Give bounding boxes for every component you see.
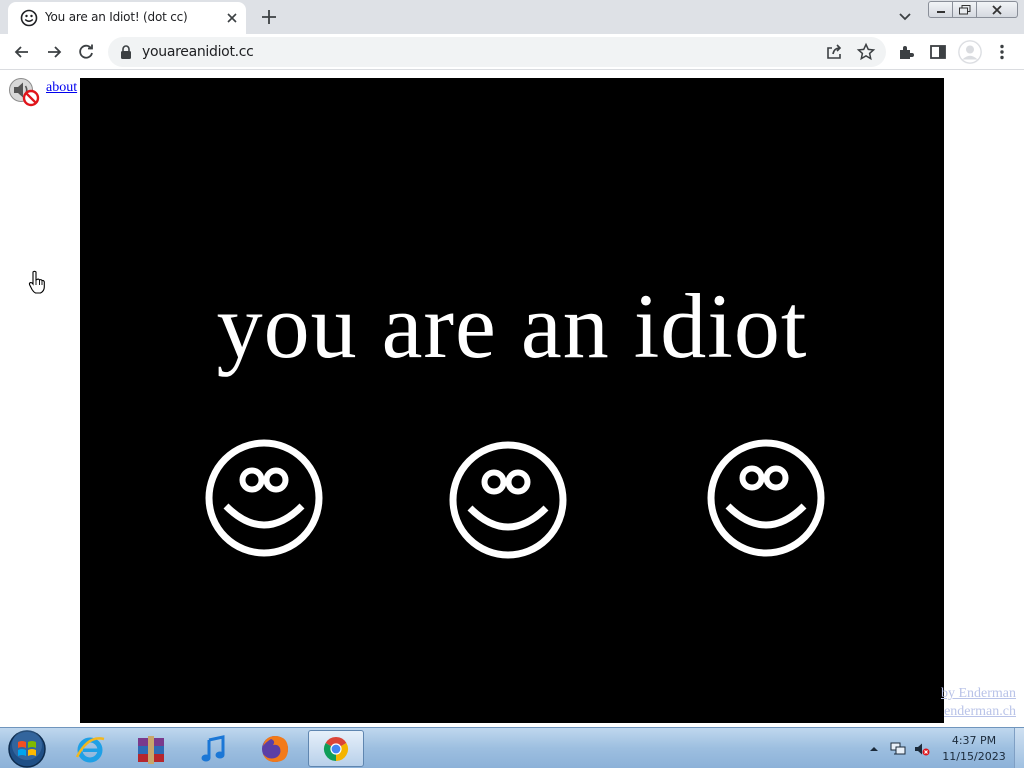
smiley-face-icon <box>707 439 825 557</box>
network-icon[interactable] <box>890 741 906 757</box>
tab-strip: You are an Idiot! (dot cc) <box>0 0 1024 34</box>
credits: by Enderman enderman.ch <box>941 685 1016 721</box>
credit-site-link[interactable]: enderman.ch <box>941 703 1016 721</box>
smiley-icon <box>20 9 38 27</box>
start-orb-icon[interactable] <box>6 729 48 768</box>
taskbar-firefox[interactable] <box>247 730 303 767</box>
close-icon <box>992 4 1002 15</box>
minimize-button[interactable] <box>928 1 953 18</box>
hand-cursor-icon <box>28 270 45 294</box>
menu-icon[interactable] <box>992 42 1012 62</box>
active-tab[interactable]: You are an Idiot! (dot cc) <box>8 2 246 34</box>
avatar-silhouette-icon <box>958 40 982 64</box>
profile-icon[interactable] <box>958 40 982 64</box>
clock-time: 4:37 PM <box>951 734 997 747</box>
muted-speaker-icon[interactable] <box>8 77 40 107</box>
taskbar-winrar[interactable] <box>123 730 179 767</box>
back-icon[interactable] <box>12 42 32 62</box>
headline-text: you are an idiot <box>216 275 808 377</box>
system-clock[interactable]: 4:37 PM 11/15/2023 <box>938 733 1010 765</box>
forward-icon[interactable] <box>44 42 64 62</box>
chevron-down-icon[interactable] <box>896 10 914 24</box>
idiot-animation-stage[interactable]: you are an idiot <box>80 78 944 723</box>
browser-toolbar: youareanidiot.cc <box>0 34 1024 70</box>
close-window-button[interactable] <box>976 1 1018 18</box>
screen: You are an Idiot! (dot cc) youareanidiot… <box>0 0 1024 768</box>
chrome-icon <box>323 736 349 761</box>
restore-button[interactable] <box>952 1 977 18</box>
show-hidden-icons-icon[interactable] <box>868 741 880 757</box>
minimize-icon <box>936 10 945 13</box>
page-content: aboutlegacysafe you are an idiot <box>0 71 1024 727</box>
smiley-face-icon <box>205 439 323 557</box>
close-icon[interactable] <box>224 10 240 26</box>
credit-author-link[interactable]: by Enderman <box>941 685 1016 703</box>
itunes-icon <box>201 734 225 761</box>
show-desktop-button[interactable] <box>1014 728 1024 768</box>
share-icon[interactable] <box>824 42 844 62</box>
side-panel-icon[interactable] <box>928 42 948 62</box>
taskbar-itunes[interactable] <box>185 730 241 767</box>
winrar-icon <box>138 735 164 764</box>
new-tab-icon[interactable] <box>260 8 278 26</box>
windows-taskbar: 4:37 PM 11/15/2023 <box>0 727 1024 768</box>
taskbar-internet-explorer[interactable] <box>62 730 118 767</box>
reload-icon[interactable] <box>76 42 96 62</box>
about-link[interactable]: about <box>46 80 77 95</box>
taskbar-chrome[interactable] <box>308 730 364 767</box>
url-text: youareanidiot.cc <box>142 44 254 60</box>
restore-icon <box>958 4 970 14</box>
window-controls <box>928 1 1020 18</box>
lock-icon[interactable] <box>120 45 132 59</box>
smiley-face-icon <box>449 441 567 559</box>
star-icon[interactable] <box>856 42 876 62</box>
address-bar[interactable]: youareanidiot.cc <box>108 37 886 67</box>
tab-title: You are an Idiot! (dot cc) <box>45 10 188 24</box>
firefox-icon <box>262 735 288 762</box>
clock-date: 11/15/2023 <box>942 750 1006 763</box>
extensions-icon[interactable] <box>896 42 916 62</box>
volume-muted-icon[interactable] <box>914 741 930 757</box>
internet-explorer-icon <box>75 736 105 762</box>
